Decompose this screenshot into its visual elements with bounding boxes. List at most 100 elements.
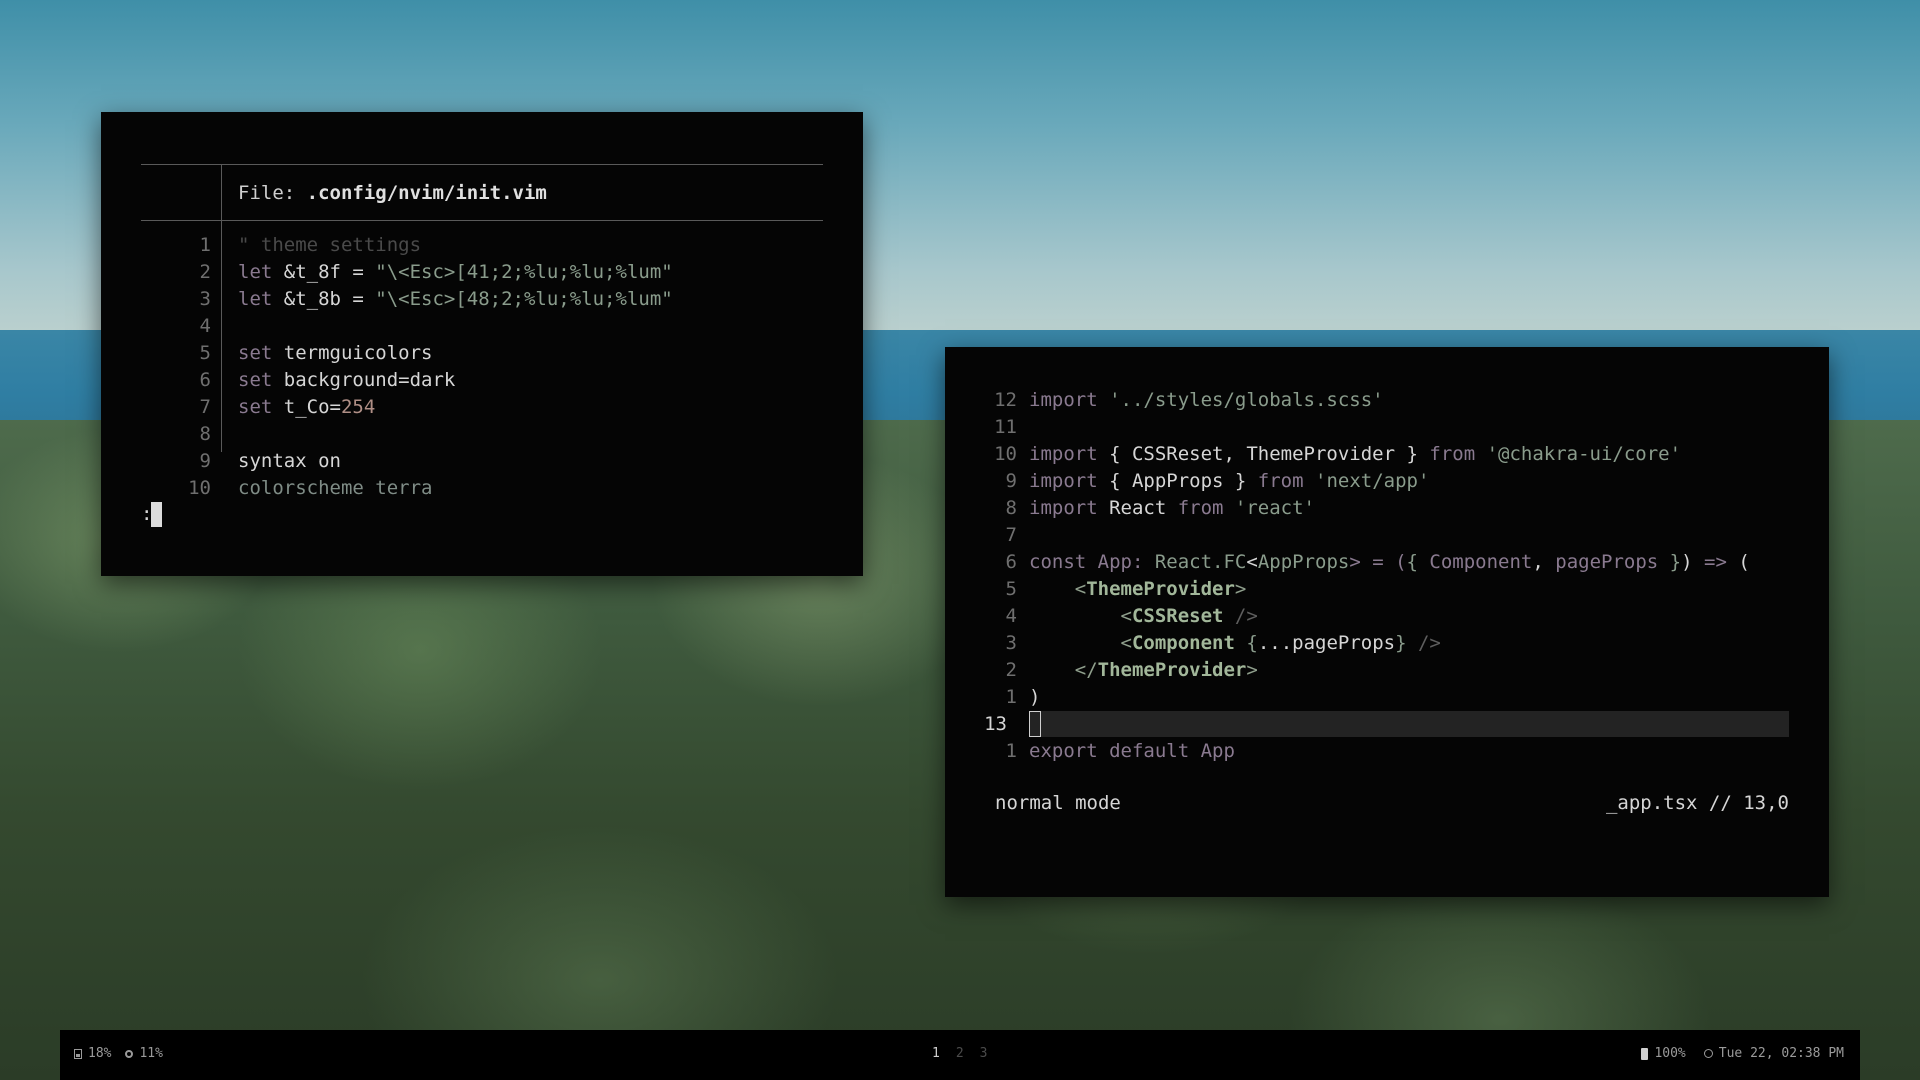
keyword: let — [238, 288, 273, 310]
punctuation: ( — [1726, 551, 1750, 573]
number-literal: 254 — [340, 396, 376, 418]
workspace-3[interactable]: 3 — [980, 1046, 988, 1061]
parameter: Component — [1429, 551, 1533, 573]
code-line[interactable]: <CSSReset /> — [1029, 603, 1258, 630]
keyword: import — [1029, 389, 1098, 411]
keyword: set — [238, 396, 273, 418]
code-text: colorscheme terra — [238, 477, 433, 499]
code-line[interactable]: let &t_8f = "\<Esc>[41;2;%lu;%lu;%lum" — [238, 259, 673, 286]
punctuation: { — [1406, 551, 1430, 573]
status-bar: 18% 11% 1 2 3 100% Tue 22, 02:38 PM — [60, 1030, 1860, 1080]
code-line[interactable]: " theme settings — [238, 232, 421, 259]
code-line[interactable]: set background=dark — [238, 367, 455, 394]
tag-name: CSSReset — [1131, 605, 1224, 627]
tag-bracket: > — [1246, 659, 1258, 681]
terminal-window-app-tsx[interactable]: 12 11 10 9 8 7 6 5 4 3 2 1 13 1 import '… — [945, 347, 1829, 897]
code-text: { CSSReset, ThemeProvider } — [1097, 443, 1430, 465]
block-cursor — [1029, 711, 1041, 737]
tag-bracket: < — [1029, 632, 1132, 654]
file-header: File: .config/nvim/init.vim — [141, 164, 823, 221]
line-number: 4 — [199, 315, 211, 337]
keyword: set — [238, 342, 273, 364]
code-line[interactable]: <ThemeProvider> — [1029, 576, 1247, 603]
file-position-indicator: _app.tsx // 13,0 — [1605, 792, 1789, 814]
system-stats: 18% 11% — [74, 1046, 163, 1061]
tag-bracket: > — [1234, 578, 1247, 600]
code-line[interactable]: colorscheme terra — [238, 475, 432, 502]
code-text: t_Co= — [272, 396, 341, 418]
relative-line-number: 2 — [1005, 659, 1017, 681]
code-line[interactable]: <Component {...pageProps} /> — [1029, 630, 1441, 657]
tag-name: ThemeProvider — [1086, 578, 1235, 600]
tag-name: ThemeProvider — [1097, 659, 1247, 681]
code-line[interactable]: set termguicolors — [238, 340, 432, 367]
line-number: 1 — [199, 234, 211, 256]
keyword: from — [1177, 497, 1224, 519]
relative-line-number: 5 — [1005, 578, 1017, 600]
relative-line-number: 4 — [1005, 605, 1017, 627]
relative-line-number: 1 — [1005, 740, 1017, 762]
line-number: 5 — [199, 342, 211, 364]
code-line[interactable]: import { AppProps } from 'next/app' — [1029, 468, 1429, 495]
keyword: from — [1429, 443, 1476, 465]
workspace-switcher: 1 2 3 — [932, 1046, 987, 1061]
type-name: React.FC — [1154, 551, 1247, 573]
keyword: const — [1029, 551, 1087, 573]
type-name: AppProps — [1257, 551, 1350, 573]
punctuation: , — [1532, 551, 1556, 573]
code-line[interactable]: import '../styles/globals.scss' — [1029, 387, 1384, 414]
workspace-2[interactable]: 2 — [956, 1046, 964, 1061]
code-line[interactable]: const App: React.FC<AppProps> = ({ Compo… — [1029, 549, 1750, 576]
tag-bracket: < — [1029, 578, 1087, 600]
line-number: 3 — [199, 288, 211, 310]
code-line[interactable]: let &t_8b = "\<Esc>[48;2;%lu;%lu;%lum" — [238, 286, 673, 313]
line-number: 10 — [188, 477, 211, 499]
tag-bracket: </ — [1029, 659, 1098, 681]
tag-bracket: /> — [1406, 632, 1441, 654]
text-cursor — [151, 502, 162, 527]
current-line-number: 13 — [984, 713, 1007, 735]
code-text: termguicolors — [272, 342, 433, 364]
tag-name: Component — [1131, 632, 1235, 654]
code-text: &t_8f = — [272, 261, 376, 283]
header-gutter-separator — [221, 165, 222, 220]
clock: Tue 22, 02:38 PM — [1703, 1046, 1844, 1061]
keyword: from — [1257, 470, 1304, 492]
relative-line-number: 9 — [1005, 470, 1017, 492]
terminal-window-init-vim[interactable]: File: .config/nvim/init.vim 1 2 3 4 5 6 … — [101, 112, 863, 576]
tag-bracket: /> — [1223, 605, 1258, 627]
code-text: { AppProps } — [1097, 470, 1258, 492]
punctuation: < — [1246, 551, 1258, 573]
line-number: 6 — [199, 369, 211, 391]
punctuation: ) — [1029, 686, 1041, 708]
line-number: 9 — [199, 450, 211, 472]
clock-value: Tue 22, 02:38 PM — [1718, 1046, 1844, 1061]
keyword: import — [1029, 470, 1098, 492]
battery-value: 100% — [1654, 1046, 1686, 1061]
cpu-usage-value: 11% — [139, 1046, 163, 1061]
code-line[interactable]: import React from 'react' — [1029, 495, 1315, 522]
code-line[interactable]: set t_Co=254 — [238, 394, 375, 421]
code-line[interactable]: ) — [1029, 684, 1040, 711]
code-text: syntax on — [238, 450, 341, 472]
file-header-label: File: .config/nvim/init.vim — [238, 182, 547, 204]
line-number: 7 — [199, 396, 211, 418]
code-text: &t_8b = — [272, 288, 376, 310]
code-line[interactable]: import { CSSReset, ThemeProvider } from … — [1029, 441, 1681, 468]
code-text: React — [1097, 497, 1178, 519]
code-line[interactable]: syntax on — [238, 448, 341, 475]
disk-icon — [74, 1048, 82, 1059]
relative-line-number: 12 — [994, 389, 1017, 411]
battery-status: 100% — [1641, 1046, 1686, 1061]
workspace-1[interactable]: 1 — [932, 1046, 940, 1061]
string-literal: 'react' — [1223, 497, 1315, 519]
system-tray: 100% Tue 22, 02:38 PM — [1641, 1046, 1844, 1061]
relative-line-number: 7 — [1005, 524, 1017, 546]
code-text: background=dark — [272, 369, 456, 391]
disk-usage: 18% — [74, 1046, 111, 1061]
code-line[interactable]: export default App — [1029, 738, 1235, 765]
line-number: 8 — [199, 423, 211, 445]
code-line[interactable]: </ThemeProvider> — [1029, 657, 1258, 684]
keyword: import — [1029, 443, 1098, 465]
parameter: pageProps — [1555, 551, 1659, 573]
